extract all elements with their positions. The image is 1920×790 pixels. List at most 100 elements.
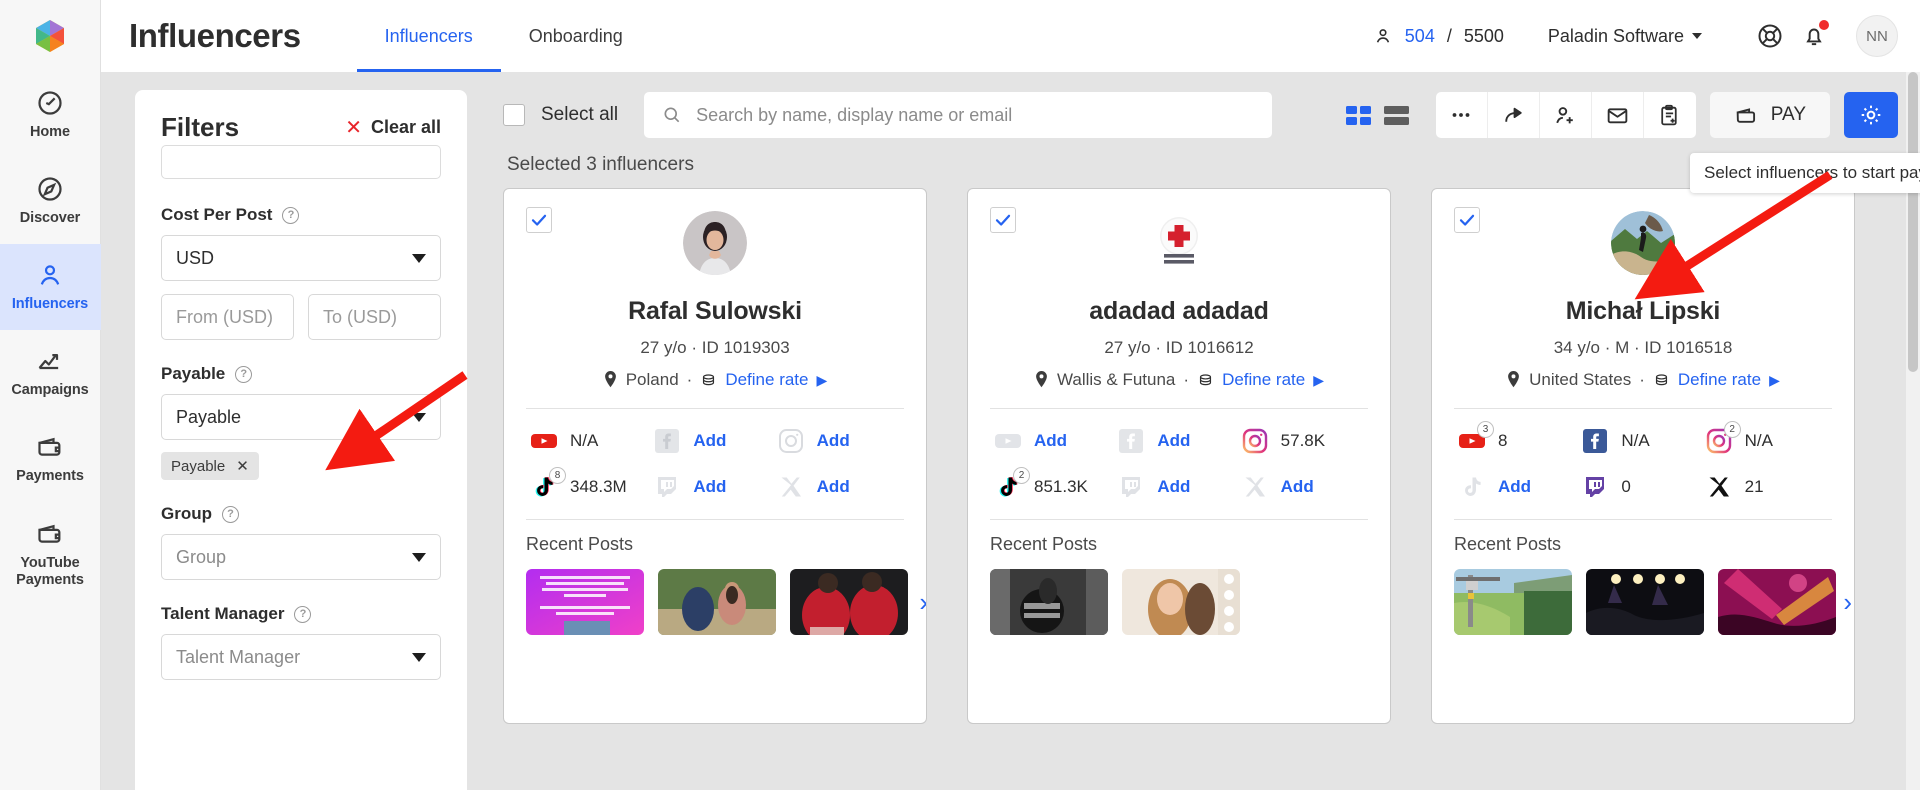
sidebar-item-home[interactable]: Home [0,72,101,158]
more-actions-button[interactable] [1436,92,1488,138]
instagram-value[interactable]: Add [817,431,850,451]
avatar[interactable]: NN [1856,15,1898,57]
post-thumbnail[interactable] [1718,569,1836,635]
email-button[interactable] [1592,92,1644,138]
social-facebook[interactable]: Add [1117,427,1240,455]
define-rate-link[interactable]: Define rate [725,370,808,390]
social-youtube[interactable]: N/A [530,427,653,455]
select-all-control[interactable]: Select all [503,104,618,126]
list-view-icon[interactable] [1383,104,1410,126]
post-thumbnail[interactable] [990,569,1108,635]
org-switcher[interactable]: Paladin Software [1548,26,1702,47]
coins-icon [1200,373,1212,385]
social-youtube[interactable]: Add [994,427,1117,455]
card-checkbox[interactable] [990,207,1016,233]
influencer-card[interactable]: Rafal Sulowski 27 y/o · ID 1019303 Polan… [503,188,927,724]
share-button[interactable] [1488,92,1540,138]
twitch-value[interactable]: Add [693,477,726,497]
x-value[interactable]: Add [1281,477,1314,497]
group-value: Group [176,546,227,567]
social-instagram[interactable]: 2 N/A [1705,421,1828,455]
chevron-right-icon[interactable]: ▶ [1313,372,1324,389]
social-instagram[interactable]: Add [777,427,900,455]
social-x[interactable]: Add [777,473,900,501]
tab-onboarding[interactable]: Onboarding [501,0,651,72]
app-logo[interactable] [0,0,101,72]
add-to-list-button[interactable] [1644,92,1696,138]
filter-chip[interactable]: Payable ✕ [161,452,259,480]
chevron-right-icon[interactable]: ▶ [1769,372,1780,389]
cost-from-input[interactable]: From (USD) [161,294,294,340]
tiktok-value[interactable]: Add [1498,477,1531,497]
next-posts-button[interactable]: › [919,587,926,618]
chevron-right-icon[interactable]: ▶ [817,372,828,389]
tab-influencers[interactable]: Influencers [356,0,501,72]
search-input[interactable]: Search by name, display name or email [644,92,1273,138]
sidebar-item-campaigns[interactable]: Campaigns [0,330,101,416]
help-icon[interactable]: ? [282,206,300,224]
cost-to-input[interactable]: To (USD) [308,294,441,340]
notifications-button[interactable] [1792,14,1836,58]
post-thumbnail[interactable] [790,569,908,635]
social-tiktok[interactable]: Add [1458,473,1581,501]
check-icon [995,214,1011,226]
youtube-value: N/A [570,431,599,450]
post-thumbnail[interactable] [1586,569,1704,635]
group-select[interactable]: Group [161,534,441,580]
influencer-card[interactable]: Michał Lipski 34 y/o · M · ID 1016518 Un… [1431,188,1855,724]
help-icon[interactable]: ? [235,365,253,383]
pay-button[interactable]: PAY [1709,92,1830,138]
sidebar-item-youtube-payments[interactable]: YouTube Payments [0,502,101,606]
payable-select[interactable]: Payable [161,394,441,440]
add-user-button[interactable] [1540,92,1592,138]
social-twitch[interactable]: Add [1117,473,1240,501]
card-checkbox[interactable] [1454,207,1480,233]
social-instagram[interactable]: 57.8K [1241,427,1364,455]
filter-field-partial-above[interactable] [161,145,441,179]
facebook-value[interactable]: Add [693,431,726,451]
scrollbar-thumb[interactable] [1908,72,1918,372]
facebook-value[interactable]: Add [1157,431,1190,451]
social-twitch[interactable]: Add [653,473,776,501]
next-posts-button[interactable]: › [1843,587,1852,618]
influencer-card[interactable]: adadad adadad 27 y/o · ID 1016612 Wallis… [967,188,1391,724]
social-x[interactable]: 21 [1705,473,1828,501]
post-thumbnail[interactable] [1454,569,1572,635]
sidebar-item-discover[interactable]: Discover [0,158,101,244]
seat-count: 504 / 5500 [1373,26,1504,47]
social-facebook[interactable]: Add [653,427,776,455]
social-x[interactable]: Add [1241,473,1364,501]
sidebar-item-payments[interactable]: Payments [0,416,101,502]
social-twitch[interactable]: 0 [1581,473,1704,501]
social-tiktok[interactable]: 8 348.3M [530,467,653,501]
define-rate-link[interactable]: Define rate [1678,370,1761,390]
avatar [1147,211,1211,275]
chevron-down-icon [412,253,426,263]
social-youtube[interactable]: 3 8 [1458,421,1581,455]
payable-chips: Payable ✕ [161,452,441,480]
sidebar-item-influencers[interactable]: Influencers [0,244,101,330]
close-icon[interactable]: ✕ [236,457,249,475]
recent-posts-list: › [1454,569,1852,635]
results-toolbar: Select all Search by name, display name … [503,90,1920,140]
card-checkbox[interactable] [526,207,552,233]
post-thumbnail[interactable] [658,569,776,635]
clear-all-button[interactable]: ✕ Clear all [345,117,441,138]
settings-button[interactable] [1844,92,1898,138]
post-thumbnail[interactable] [526,569,644,635]
social-facebook[interactable]: N/A [1581,427,1704,455]
grid-view-icon[interactable] [1345,104,1372,126]
help-icon[interactable]: ? [222,505,239,523]
define-rate-link[interactable]: Define rate [1222,370,1305,390]
talent-manager-select[interactable]: Talent Manager [161,634,441,680]
twitch-value[interactable]: Add [1157,477,1190,497]
x-value[interactable]: Add [817,477,850,497]
social-tiktok[interactable]: 2 851.3K [994,467,1117,501]
currency-select[interactable]: USD [161,235,441,281]
youtube-value[interactable]: Add [1034,431,1067,451]
help-button[interactable] [1748,14,1792,58]
envelope-icon [1607,107,1628,123]
select-all-checkbox[interactable] [503,104,525,126]
help-icon[interactable]: ? [294,605,312,623]
post-thumbnail[interactable] [1122,569,1240,635]
